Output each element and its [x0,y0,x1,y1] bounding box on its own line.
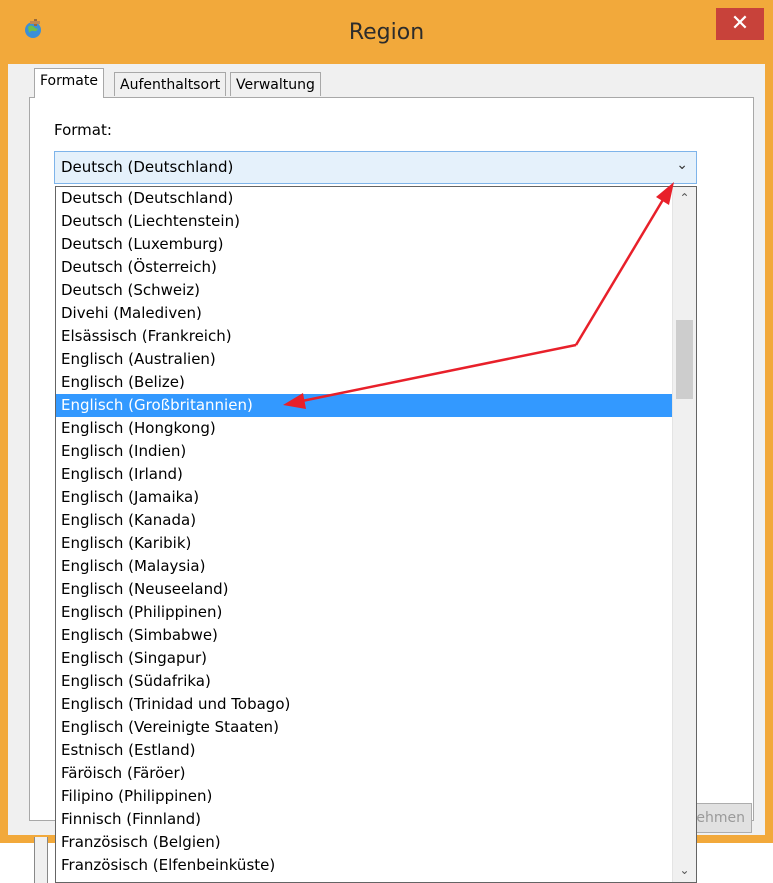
chevron-up-icon[interactable]: ⌃ [673,187,696,210]
tab-aufenthaltsort[interactable]: Aufenthaltsort [114,72,227,96]
dropdown-item[interactable]: Englisch (Trinidad und Tobago) [56,693,674,716]
dropdown-item[interactable]: Englisch (Indien) [56,440,674,463]
dropdown-item[interactable]: Englisch (Singapur) [56,647,674,670]
dropdown-item[interactable]: Englisch (Hongkong) [56,417,674,440]
close-button[interactable]: ✕ [716,8,764,40]
tab-label: Aufenthaltsort [120,77,221,93]
dropdown-item[interactable]: Englisch (Neuseeland) [56,578,674,601]
dropdown-item[interactable]: Divehi (Malediven) [56,302,674,325]
dropdown-item[interactable]: Deutsch (Österreich) [56,256,674,279]
dropdown-item[interactable]: Finnisch (Finnland) [56,808,674,831]
dropdown-item[interactable]: Französisch (Elfenbeinküste) [56,854,674,877]
tab-verwaltung[interactable]: Verwaltung [230,72,321,96]
dropdown-item[interactable]: Deutsch (Luxemburg) [56,233,674,256]
dropdown-item[interactable]: Französisch (Belgien) [56,831,674,854]
scroll-thumb[interactable] [676,320,693,399]
dropdown-item[interactable]: Englisch (Großbritannien) [56,394,674,417]
format-selected-value: Deutsch (Deutschland) [61,158,234,176]
dropdown-item[interactable]: Englisch (Belize) [56,371,674,394]
dropdown-item[interactable]: Filipino (Philippinen) [56,785,674,808]
dropdown-item[interactable]: Englisch (Vereinigte Staaten) [56,716,674,739]
close-icon: ✕ [730,11,750,36]
dropdown-scrollbar[interactable]: ⌃ ⌄ [672,187,696,882]
dropdown-item[interactable]: Englisch (Karibik) [56,532,674,555]
dropdown-item[interactable]: Deutsch (Schweiz) [56,279,674,302]
format-combobox[interactable]: Deutsch (Deutschland) ⌄ [54,151,697,184]
format-label: Format: [54,121,112,139]
window-title: Region [348,20,425,45]
tab-label: Verwaltung [236,77,315,93]
tab-label: Formate [40,73,98,89]
chevron-down-icon[interactable]: ⌄ [673,859,696,882]
dropdown-item[interactable]: Englisch (Australien) [56,348,674,371]
dropdown-item[interactable]: Deutsch (Deutschland) [56,187,674,210]
dropdown-item[interactable]: Englisch (Simbabwe) [56,624,674,647]
dropdown-item[interactable]: Estnisch (Estland) [56,739,674,762]
background-window-edge [34,837,48,883]
dropdown-item[interactable]: Englisch (Irland) [56,463,674,486]
dropdown-item[interactable]: Englisch (Südafrika) [56,670,674,693]
dropdown-item[interactable]: Englisch (Malaysia) [56,555,674,578]
format-dropdown-list[interactable]: Deutsch (Deutschland) Deutsch (Liechtenst… [55,186,697,883]
dropdown-item[interactable]: Elsässisch (Frankreich) [56,325,674,348]
title-bar[interactable]: Region ✕ [0,0,773,64]
dropdown-item[interactable]: Englisch (Kanada) [56,509,674,532]
chevron-down-icon[interactable]: ⌄ [676,157,688,173]
dropdown-item[interactable]: Englisch (Jamaika) [56,486,674,509]
dropdown-item[interactable]: Englisch (Philippinen) [56,601,674,624]
dropdown-item[interactable]: Deutsch (Liechtenstein) [56,210,674,233]
dropdown-item[interactable]: Färöisch (Färöer) [56,762,674,785]
tab-formate[interactable]: Formate [34,68,104,98]
